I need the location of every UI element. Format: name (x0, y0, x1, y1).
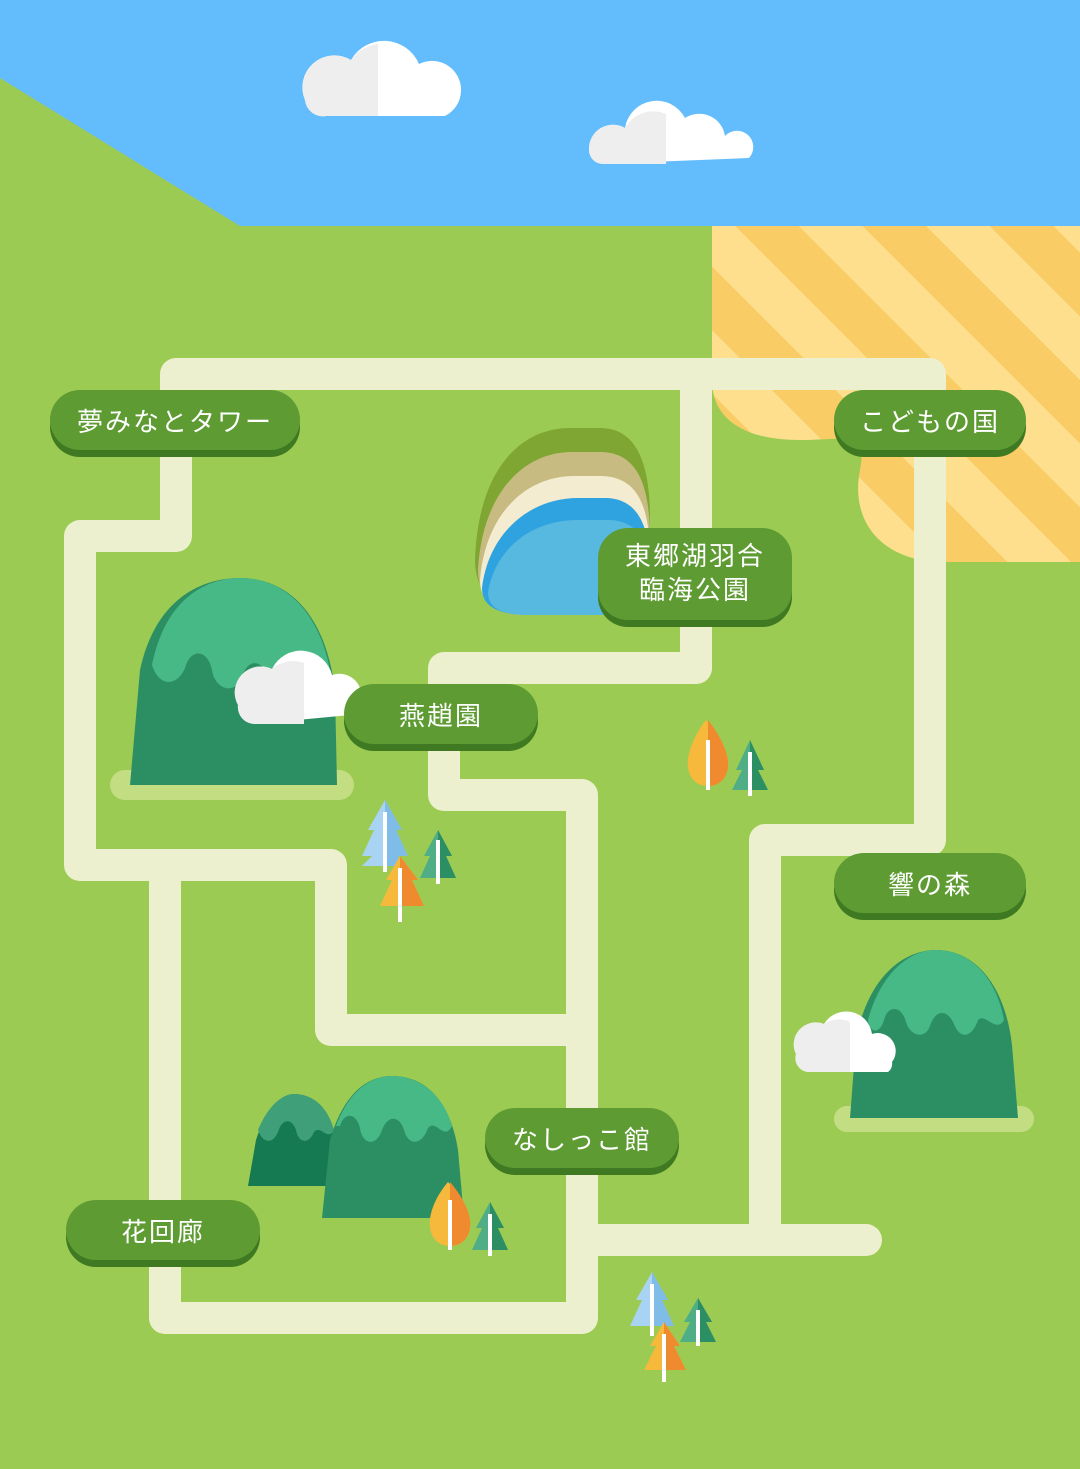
label-togoko-hawai-park[interactable]: 東郷湖羽合 臨海公園 (598, 528, 792, 620)
label-hibiki-no-mori-text: 響の森 (887, 870, 972, 901)
label-hana-kairo-text: 花回廊 (120, 1217, 205, 1248)
label-kodomo-no-kuni-text: こどもの国 (859, 407, 1000, 438)
label-nashikko-kan-text: なしっこ館 (511, 1125, 652, 1156)
label-enshoen[interactable]: 燕趙園 (344, 684, 538, 744)
label-yume-minato-tower[interactable]: 夢みなとタワー (50, 390, 300, 450)
label-togoko-line1: 東郷湖羽合 (624, 542, 765, 572)
label-nashikko-kan[interactable]: なしっこ館 (485, 1108, 679, 1168)
label-yume-minato-tower-text: 夢みなとタワー (76, 407, 273, 438)
label-togoko-line2: 臨海公園 (638, 576, 751, 606)
label-kodomo-no-kuni[interactable]: こどもの国 (834, 390, 1026, 450)
label-hana-kairo[interactable]: 花回廊 (66, 1200, 260, 1260)
label-enshoen-text: 燕趙園 (398, 701, 483, 732)
label-hibiki-no-mori[interactable]: 響の森 (834, 853, 1026, 913)
